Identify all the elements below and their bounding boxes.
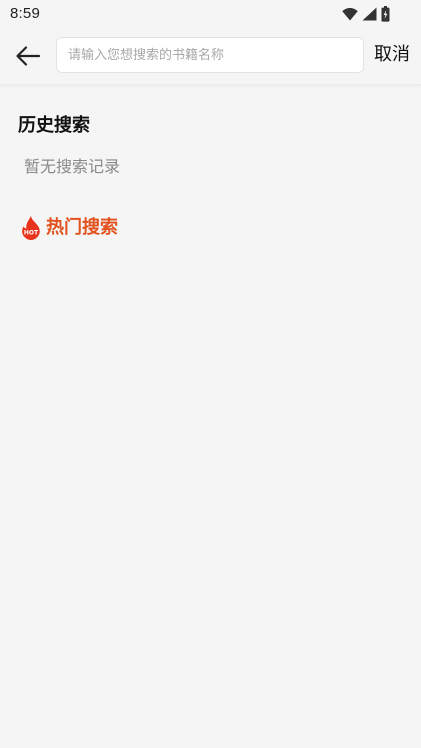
- flame-icon: HOT: [22, 216, 40, 240]
- signal-icon: [362, 7, 377, 21]
- search-box: [56, 37, 364, 73]
- arrow-left-icon: [16, 46, 41, 66]
- battery-icon: [381, 6, 390, 22]
- cancel-button[interactable]: 取消: [374, 43, 410, 67]
- search-header: 取消: [0, 28, 421, 85]
- history-title: 历史搜索: [18, 115, 90, 136]
- hot-search-title: 热门搜索: [46, 217, 118, 238]
- wifi-icon: [342, 8, 358, 21]
- status-time: 8:59: [10, 5, 40, 22]
- history-empty-text: 暂无搜索记录: [24, 157, 121, 176]
- search-input[interactable]: [57, 38, 363, 72]
- back-button[interactable]: [12, 40, 44, 72]
- hot-search-header: HOT 热门搜索: [19, 214, 118, 242]
- hot-badge-text: HOT: [24, 230, 39, 237]
- status-bar: 8:59: [0, 0, 421, 28]
- status-icons: [342, 6, 390, 22]
